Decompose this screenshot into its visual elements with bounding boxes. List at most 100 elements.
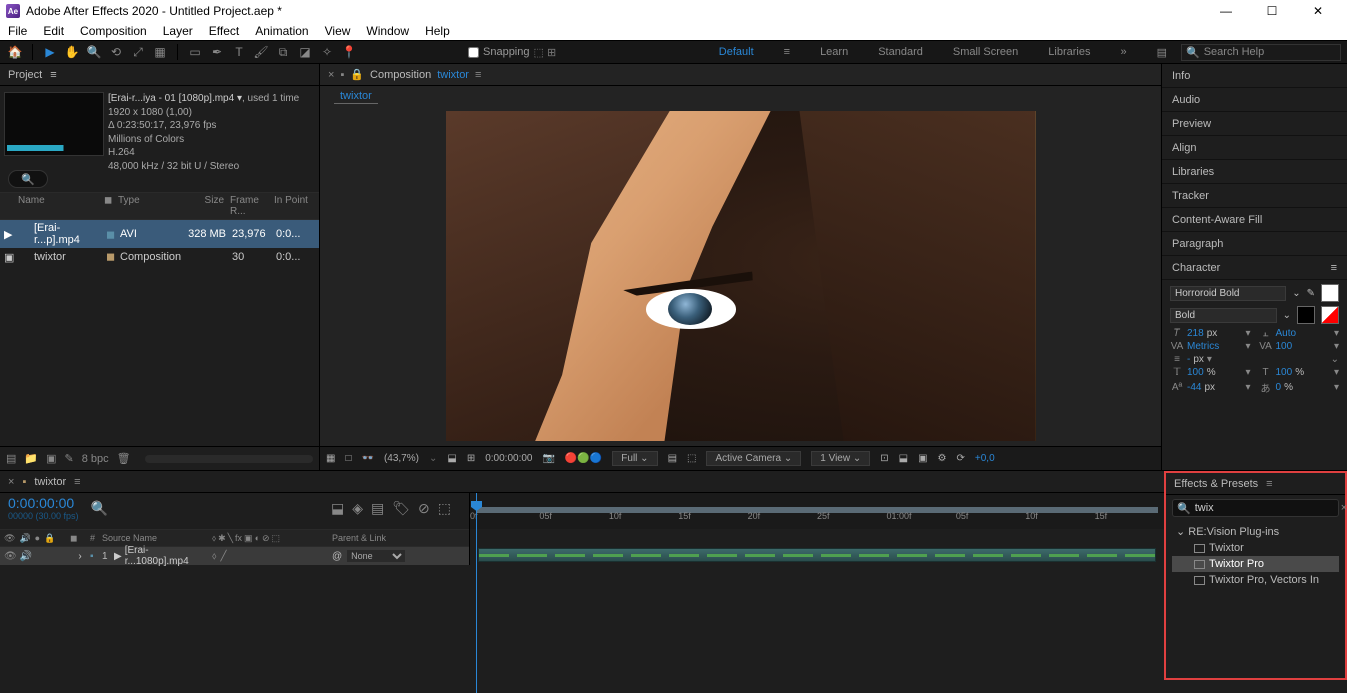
vb-icon-3[interactable]: ▣ xyxy=(918,453,927,464)
effects-search-input[interactable] xyxy=(1195,502,1337,514)
chevron-down-icon[interactable]: ⌄ xyxy=(1292,288,1300,299)
track-area[interactable] xyxy=(470,529,1164,565)
trash-icon[interactable]: 🗑 xyxy=(117,452,131,465)
col-parent[interactable]: Parent & Link xyxy=(332,533,432,543)
menu-effect[interactable]: Effect xyxy=(209,24,239,38)
snapping-checkbox[interactable] xyxy=(468,47,479,58)
chevron-down-icon[interactable]: ⌄ xyxy=(1283,310,1291,321)
hscale[interactable]: 100 xyxy=(1276,367,1293,378)
panel-align[interactable]: Align xyxy=(1162,136,1347,160)
search-help[interactable]: 🔍 Search Help xyxy=(1181,44,1341,61)
layer-label-swatch[interactable]: ▪ xyxy=(90,551,102,562)
time-ruler[interactable]: 0f 05f 10f 15f 20f 25f 01:00f 05f 10f 15… xyxy=(470,493,1164,529)
layer-bar[interactable] xyxy=(478,548,1156,562)
effect-item-twixtor[interactable]: Twixtor xyxy=(1172,540,1339,556)
exposure-value[interactable]: +0,0 xyxy=(975,453,995,464)
col-type[interactable]: Type xyxy=(118,195,186,217)
vb-icon-2[interactable]: ⬓ xyxy=(899,453,908,464)
baseline[interactable]: -44 xyxy=(1187,382,1201,393)
clear-search-icon[interactable]: × xyxy=(1341,502,1347,514)
rect-tool-icon[interactable]: ▭ xyxy=(186,43,204,61)
layer-row[interactable]: 👁🔊 › ▪ 1 ▶[Erai-r...1080p].mp4 ⬨╱ @None xyxy=(0,547,469,565)
panel-libraries[interactable]: Libraries xyxy=(1162,160,1347,184)
col-name[interactable]: Name xyxy=(4,195,104,217)
snapping-toggle[interactable]: Snapping ⬚ ⊞ xyxy=(468,46,556,59)
workspace-more-icon[interactable]: » xyxy=(1120,46,1126,59)
snapshot-icon[interactable]: 📷 xyxy=(542,453,554,464)
tab-close-icon[interactable]: × xyxy=(328,69,334,81)
font-size[interactable]: 218 xyxy=(1187,328,1204,339)
project-row-video[interactable]: ▶ [Erai-r...p].mp4 ◼ AVI 328 MB 23,976 0… xyxy=(0,220,319,248)
new-folder-icon[interactable]: 📁 xyxy=(24,452,38,465)
eraser-tool-icon[interactable]: ◪ xyxy=(296,43,314,61)
panel-contentaware[interactable]: Content-Aware Fill xyxy=(1162,208,1347,232)
menu-composition[interactable]: Composition xyxy=(80,24,147,38)
window-close[interactable]: ✕ xyxy=(1295,0,1341,22)
effect-item-twixtor-pro[interactable]: Twixtor Pro xyxy=(1172,556,1339,572)
brush-tool-icon[interactable]: 🖌 xyxy=(252,43,270,61)
fill-swatch[interactable] xyxy=(1321,284,1339,302)
tl-icon[interactable]: ◈ xyxy=(352,500,363,517)
col-size[interactable]: Size xyxy=(186,195,230,217)
panel-paragraph[interactable]: Paragraph xyxy=(1162,232,1347,256)
timeline-tab-label[interactable]: twixtor xyxy=(34,476,66,488)
kerning-value[interactable]: Metrics xyxy=(1187,341,1219,352)
tl-icon[interactable]: ⬓ xyxy=(331,500,344,517)
orbit-tool-icon[interactable]: ⟲ xyxy=(107,43,125,61)
panel-tracker[interactable]: Tracker xyxy=(1162,184,1347,208)
workspace-learn[interactable]: Learn xyxy=(820,46,848,59)
stroke-swatch[interactable] xyxy=(1297,306,1315,324)
roto-tool-icon[interactable]: ✧ xyxy=(318,43,336,61)
alpha-icon[interactable]: ▦ xyxy=(326,453,335,464)
comp-name[interactable]: twixtor xyxy=(437,69,469,81)
workspace-smallscreen[interactable]: Small Screen xyxy=(953,46,1018,59)
panel-audio[interactable]: Audio xyxy=(1162,88,1347,112)
adjust-icon[interactable]: ✎ xyxy=(65,452,74,465)
menu-window[interactable]: Window xyxy=(366,24,409,38)
col-label-icon[interactable]: ◼ xyxy=(104,195,118,217)
panel-info[interactable]: Info xyxy=(1162,64,1347,88)
col-framerate[interactable]: Frame R... xyxy=(230,195,274,217)
row-label-swatch[interactable]: ◼ xyxy=(106,228,120,241)
camera-tool-icon[interactable]: ▦ xyxy=(151,43,169,61)
res-icon[interactable]: ⬓ xyxy=(447,453,456,464)
panel-menu-icon[interactable]: ≡ xyxy=(475,69,481,81)
selection-tool-icon[interactable]: ▶ xyxy=(41,43,59,61)
current-time[interactable]: 0:00:00:00 xyxy=(8,495,74,511)
camera-select[interactable]: Active Camera ⌄ xyxy=(706,451,801,466)
font-family-select[interactable]: Horroroid Bold xyxy=(1170,286,1286,301)
workspace-default[interactable]: Default xyxy=(719,46,754,59)
col-sourcename[interactable]: Source Name xyxy=(102,533,212,543)
resolution-select[interactable]: Full ⌄ xyxy=(612,451,657,466)
time-display[interactable]: 0:00:00:00 xyxy=(485,453,532,464)
views-select[interactable]: 1 View ⌄ xyxy=(811,451,870,466)
pen-tool-icon[interactable]: ✒ xyxy=(208,43,226,61)
transparency-icon[interactable]: ▤ xyxy=(668,453,677,464)
toggle-mask-icon[interactable]: □ xyxy=(345,453,351,464)
puppet-tool-icon[interactable]: 📍 xyxy=(340,43,358,61)
channels-icon[interactable]: 🔴🟢🔵 xyxy=(565,453,602,464)
tl-icon[interactable]: ▤ xyxy=(371,500,384,517)
lock-icon[interactable]: 🔒 xyxy=(350,68,364,81)
grid-icon[interactable]: ⊞ xyxy=(467,453,475,464)
layer-visibility-icon[interactable]: 👁 xyxy=(4,551,17,562)
leading-value[interactable]: Auto xyxy=(1276,328,1297,339)
menu-view[interactable]: View xyxy=(325,24,351,38)
tracking-value[interactable]: 100 xyxy=(1276,341,1293,352)
viewer[interactable] xyxy=(320,106,1161,446)
row-label-swatch[interactable]: ◼ xyxy=(106,250,120,263)
tl-icon[interactable]: ⬚ xyxy=(438,500,451,517)
new-comp-icon[interactable]: ▣ xyxy=(46,452,56,465)
menu-edit[interactable]: Edit xyxy=(43,24,64,38)
nofill-swatch[interactable] xyxy=(1321,306,1339,324)
timeline-search-icon[interactable]: 🔍 xyxy=(91,500,121,517)
stroke-width[interactable]: - xyxy=(1187,354,1190,365)
workspace-libraries[interactable]: Libraries xyxy=(1048,46,1090,59)
playhead[interactable] xyxy=(476,493,477,693)
vb-icon-4[interactable]: ⚙ xyxy=(938,453,947,464)
panel-menu-icon[interactable]: ≡ xyxy=(50,69,56,81)
rotate-tool-icon[interactable]: ⤢ xyxy=(129,43,147,61)
zoom-value[interactable]: (43,7%) xyxy=(384,453,419,464)
pickwhip-icon[interactable]: @ xyxy=(332,551,342,562)
menu-layer[interactable]: Layer xyxy=(163,24,193,38)
